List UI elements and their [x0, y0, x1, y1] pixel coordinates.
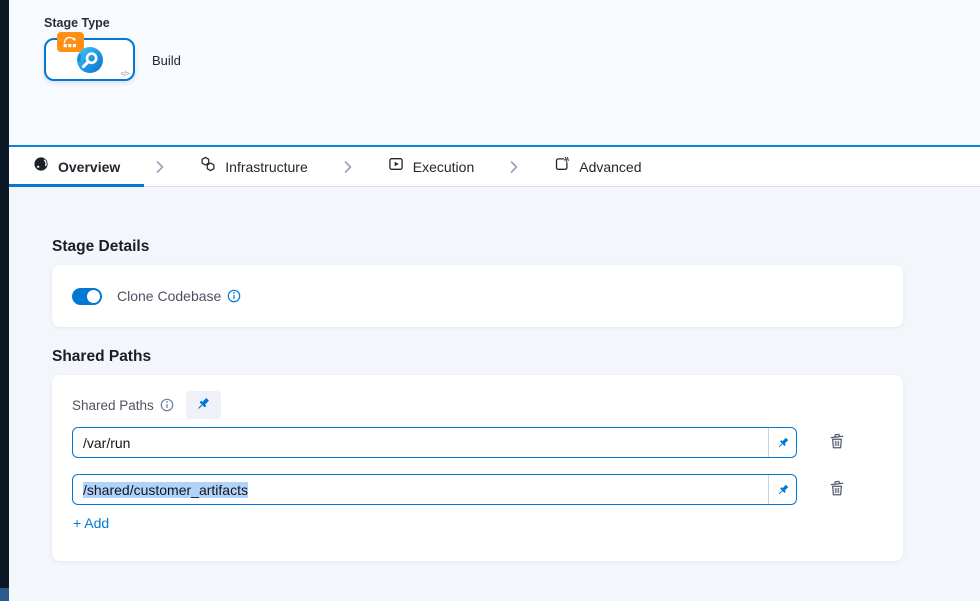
shared-paths-label-row: Shared Paths — [72, 391, 883, 419]
trash-icon — [828, 479, 846, 501]
shared-path-input-0[interactable]: /var/run — [72, 427, 797, 458]
shared-path-value-0: /var/run — [73, 428, 768, 457]
shared-path-value-1: /shared/customer_artifacts — [73, 475, 768, 504]
stage-name: Build — [152, 53, 181, 68]
clone-codebase-label: Clone Codebase — [117, 288, 221, 304]
pushpin-icon — [195, 396, 211, 415]
tab-overview-label: Overview — [58, 159, 120, 175]
chevron-right-icon — [508, 160, 520, 174]
shared-paths-heading: Shared Paths — [52, 327, 980, 366]
tab-infrastructure[interactable]: Infrastructure — [200, 156, 307, 177]
chevron-right-icon — [154, 160, 166, 174]
left-nav-sliver — [0, 0, 9, 601]
stage-details-card: Clone Codebase — [52, 265, 903, 327]
trash-icon — [828, 432, 846, 454]
document-gear-icon — [554, 156, 570, 177]
tab-execution-label: Execution — [413, 159, 474, 175]
pushpin-icon[interactable] — [768, 475, 796, 504]
stage-type-label: Stage Type — [44, 16, 110, 30]
shared-paths-field-label: Shared Paths — [72, 398, 154, 413]
tab-execution[interactable]: Execution — [388, 156, 474, 177]
overview-tab-content: Stage Details Clone Codebase Shared Path… — [9, 187, 980, 601]
shared-path-row: /var/run — [72, 427, 883, 458]
stage-card[interactable]: </> — [44, 38, 135, 81]
clone-codebase-toggle[interactable] — [72, 288, 102, 305]
delete-path-button-0[interactable] — [828, 432, 846, 454]
add-path-button[interactable]: + Add — [73, 515, 109, 531]
tab-infrastructure-label: Infrastructure — [225, 159, 307, 175]
shared-path-input-1[interactable]: /shared/customer_artifacts — [72, 474, 797, 505]
runtime-input-pin-button[interactable] — [186, 391, 221, 419]
stage-details-heading: Stage Details — [52, 187, 980, 256]
overview-sphere-icon — [33, 156, 49, 177]
left-nav-accent — [0, 588, 9, 601]
play-box-icon — [388, 156, 404, 177]
info-circle-icon[interactable] — [227, 289, 241, 303]
pushpin-icon[interactable] — [768, 428, 796, 457]
chevron-right-icon — [342, 160, 354, 174]
stage-config-page: Stage Type — [0, 0, 980, 601]
info-circle-icon[interactable] — [160, 398, 174, 412]
delete-path-button-1[interactable] — [828, 479, 846, 501]
toggle-knob — [87, 290, 100, 303]
shared-paths-card: Shared Paths — [52, 375, 903, 561]
hexagons-icon — [200, 156, 216, 177]
tab-overview[interactable]: Overview — [33, 156, 120, 177]
code-glyph: </> — [120, 71, 129, 78]
stage-header: Stage Type — [9, 0, 980, 147]
shared-path-row: /shared/customer_artifacts — [72, 474, 883, 505]
tab-advanced[interactable]: Advanced — [554, 156, 641, 177]
stage-tabs: Overview Infrastructure Ex — [9, 147, 980, 187]
tab-advanced-label: Advanced — [579, 159, 641, 175]
